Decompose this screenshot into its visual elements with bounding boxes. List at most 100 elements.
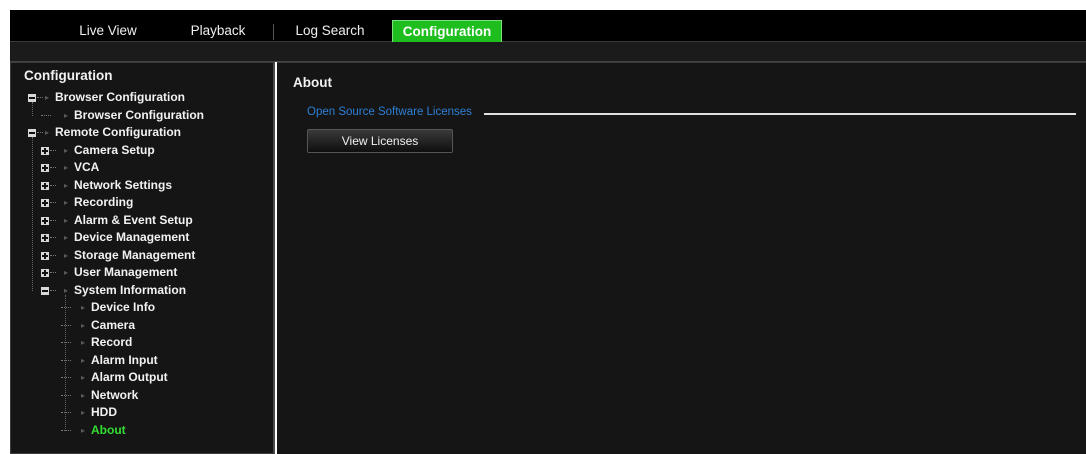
tree-connector xyxy=(61,324,71,326)
tree-item-remote-configuration[interactable]: ▸ Remote Configuration xyxy=(11,124,271,141)
tree-arrow-icon: ▸ xyxy=(81,408,86,417)
tree-item-device-info[interactable]: ▸ Device Info xyxy=(11,299,271,316)
tree-item-label: Remote Configuration xyxy=(55,125,181,139)
tree-arrow-icon: ▸ xyxy=(64,250,69,260)
tree-item-recording[interactable]: ▸ Recording xyxy=(11,194,271,211)
tree-item-label: Record xyxy=(91,335,133,349)
tree-connector xyxy=(50,202,56,203)
tab-configuration[interactable]: Configuration xyxy=(392,20,502,44)
tree-guide-line xyxy=(32,102,33,116)
tree-guide-line xyxy=(65,294,66,431)
tree-item-hdd[interactable]: ▸ HDD xyxy=(11,404,271,421)
sidebar-title: Configuration xyxy=(24,68,113,83)
section-divider xyxy=(484,113,1076,115)
tab-separator xyxy=(273,24,274,40)
tree-connector xyxy=(50,237,56,238)
tree-connector xyxy=(50,219,56,221)
tree-item-label: Camera xyxy=(91,317,136,332)
tree-connector xyxy=(50,167,56,168)
tree-connector xyxy=(50,272,56,273)
collapse-minus-icon[interactable] xyxy=(28,129,36,137)
tree-arrow-icon: ▸ xyxy=(64,145,69,155)
tree-item-network[interactable]: ▸ Network xyxy=(11,387,271,404)
tree-connector xyxy=(61,394,71,396)
tree-arrow-icon: ▸ xyxy=(81,355,86,365)
expand-plus-icon[interactable] xyxy=(41,251,49,260)
configuration-sidebar: Configuration ▸ Browser Configuration ▸ Bro… xyxy=(10,62,275,454)
expand-plus-icon[interactable] xyxy=(41,234,49,242)
tree-connector xyxy=(61,412,71,413)
tree-item-alarm-input[interactable]: ▸ Alarm Input xyxy=(11,352,271,369)
collapse-minus-icon[interactable] xyxy=(41,286,49,295)
tree-item-about[interactable]: ▸ About xyxy=(11,422,271,439)
tree-item-label: User Management xyxy=(74,265,178,279)
tree-item-label: VCA xyxy=(74,160,100,174)
top-navigation-bar: Live View Playback Log Search Configurat… xyxy=(10,10,1086,44)
tree-item-device-management[interactable]: ▸ Device Management xyxy=(11,229,271,246)
top-strip xyxy=(0,0,1086,10)
tab-live-view[interactable]: Live View xyxy=(63,20,153,42)
tree-arrow-icon: ▸ xyxy=(81,320,86,330)
tree-item-label: Browser Configuration xyxy=(55,90,186,104)
tree-arrow-icon: ▸ xyxy=(81,390,86,400)
tree-item-vca[interactable]: ▸ VCA xyxy=(11,159,271,176)
tree-connector xyxy=(37,132,43,133)
tree-arrow-icon: ▸ xyxy=(45,93,50,102)
tab-log-search[interactable]: Log Search xyxy=(285,20,375,42)
tree-arrow-icon: ▸ xyxy=(64,198,69,207)
tree-arrow-icon: ▸ xyxy=(64,233,69,242)
tree-item-alarm-output[interactable]: ▸ Alarm Output xyxy=(11,369,271,386)
tree-item-label: Network Settings xyxy=(74,177,173,192)
expand-plus-icon[interactable] xyxy=(41,199,49,207)
tree-item-label: Storage Management xyxy=(74,247,196,262)
collapse-minus-icon[interactable] xyxy=(28,94,36,102)
tree-arrow-icon: ▸ xyxy=(64,180,69,190)
tree-item-network-settings[interactable]: ▸ Network Settings xyxy=(11,177,271,194)
tree-item-storage-management[interactable]: ▸ Storage Management xyxy=(11,247,271,264)
view-licenses-button[interactable]: View Licenses xyxy=(307,129,453,153)
tree-item-label: Device Info xyxy=(91,300,156,314)
tree-connector xyxy=(41,114,51,116)
expand-plus-icon[interactable] xyxy=(41,269,49,277)
expand-plus-icon[interactable] xyxy=(41,164,49,172)
tree-item-label: Browser Configuration xyxy=(74,107,205,122)
tree-connector xyxy=(50,184,56,186)
tree-guide-line xyxy=(32,137,33,291)
tree-item-record[interactable]: ▸ Record xyxy=(11,334,271,351)
tree-arrow-icon: ▸ xyxy=(81,338,86,347)
tree-connector xyxy=(50,289,56,291)
tree-item-label: Alarm Input xyxy=(91,352,158,367)
tree-connector xyxy=(37,97,43,98)
tree-item-label: Alarm Output xyxy=(91,370,168,384)
tree-connector xyxy=(61,342,71,343)
tree-item-user-management[interactable]: ▸ User Management xyxy=(11,264,271,281)
page-title: About xyxy=(293,75,332,90)
expand-plus-icon[interactable] xyxy=(41,181,49,190)
tree-item-system-information[interactable]: ▸ System Information xyxy=(11,282,271,299)
tree-arrow-icon: ▸ xyxy=(45,128,50,137)
tree-item-label: Recording xyxy=(74,195,134,209)
tree-arrow-icon: ▸ xyxy=(64,268,69,277)
tree-connector xyxy=(61,359,71,361)
tree-arrow-icon: ▸ xyxy=(64,215,69,225)
tree-connector xyxy=(61,429,71,431)
tree-item-camera-setup[interactable]: ▸ Camera Setup xyxy=(11,142,271,159)
tree-item-browser-configuration[interactable]: ▸ Browser Configuration xyxy=(11,107,271,124)
main-panel: About Open Source Software Licenses View… xyxy=(277,62,1086,454)
tree-item-label: Alarm & Event Setup xyxy=(74,212,193,227)
tree-item-browser-configuration[interactable]: ▸ Browser Configuration xyxy=(11,89,271,106)
tree-item-camera[interactable]: ▸ Camera xyxy=(11,317,271,334)
section-label-open-source-licenses: Open Source Software Licenses xyxy=(307,106,472,118)
tree-item-label: About xyxy=(91,422,126,437)
tab-playback[interactable]: Playback xyxy=(173,20,263,42)
expand-plus-icon[interactable] xyxy=(41,146,49,155)
tree-arrow-icon: ▸ xyxy=(81,303,86,312)
tree-connector xyxy=(61,377,71,378)
tree-item-alarm-event-setup[interactable]: ▸ Alarm & Event Setup xyxy=(11,212,271,229)
tree-arrow-icon: ▸ xyxy=(64,163,69,172)
tree-item-label: Camera Setup xyxy=(74,142,155,157)
tree-arrow-icon: ▸ xyxy=(81,373,86,382)
expand-plus-icon[interactable] xyxy=(41,216,49,225)
tree-arrow-icon: ▸ xyxy=(81,425,86,435)
tree-item-label: Device Management xyxy=(74,230,190,244)
